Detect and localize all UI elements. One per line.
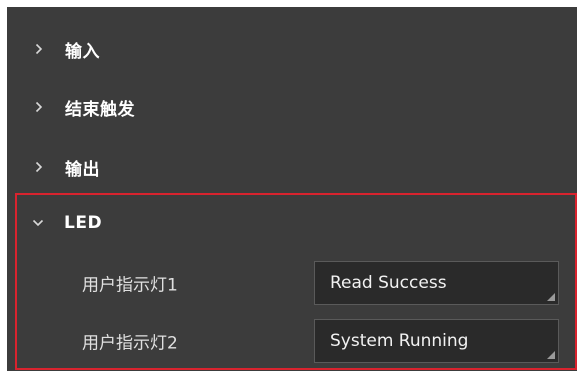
chevron-down-icon	[32, 216, 44, 230]
section-label: 结束触发	[65, 99, 135, 120]
field-label: 用户指示灯1	[82, 275, 178, 296]
section-label: LED	[64, 213, 103, 233]
chevron-right-icon	[33, 160, 45, 174]
led-field-row: 用户指示灯1 Read Success	[9, 258, 577, 308]
user-indicator-2-select[interactable]: System Running	[314, 319, 559, 363]
section-led-header[interactable]: LED	[17, 195, 575, 251]
user-indicator-1-select[interactable]: Read Success	[314, 261, 559, 305]
field-label: 用户指示灯2	[82, 333, 178, 354]
chevron-right-icon	[33, 100, 45, 114]
select-value: Read Success	[330, 273, 447, 293]
section-output[interactable]: 输出	[7, 138, 577, 196]
section-end-trigger[interactable]: 结束触发	[7, 78, 577, 136]
resize-grip-icon	[547, 293, 555, 301]
led-field-row: 用户指示灯2 System Running	[9, 316, 577, 366]
chevron-right-icon	[33, 42, 45, 56]
resize-grip-icon	[547, 351, 555, 359]
section-input[interactable]: 输入	[7, 20, 577, 78]
section-label: 输入	[65, 41, 100, 62]
select-value: System Running	[330, 331, 469, 351]
section-label: 输出	[65, 159, 100, 180]
led-section: LED 用户指示灯1 Read Success 用户指示灯2 System Ru…	[15, 193, 577, 370]
